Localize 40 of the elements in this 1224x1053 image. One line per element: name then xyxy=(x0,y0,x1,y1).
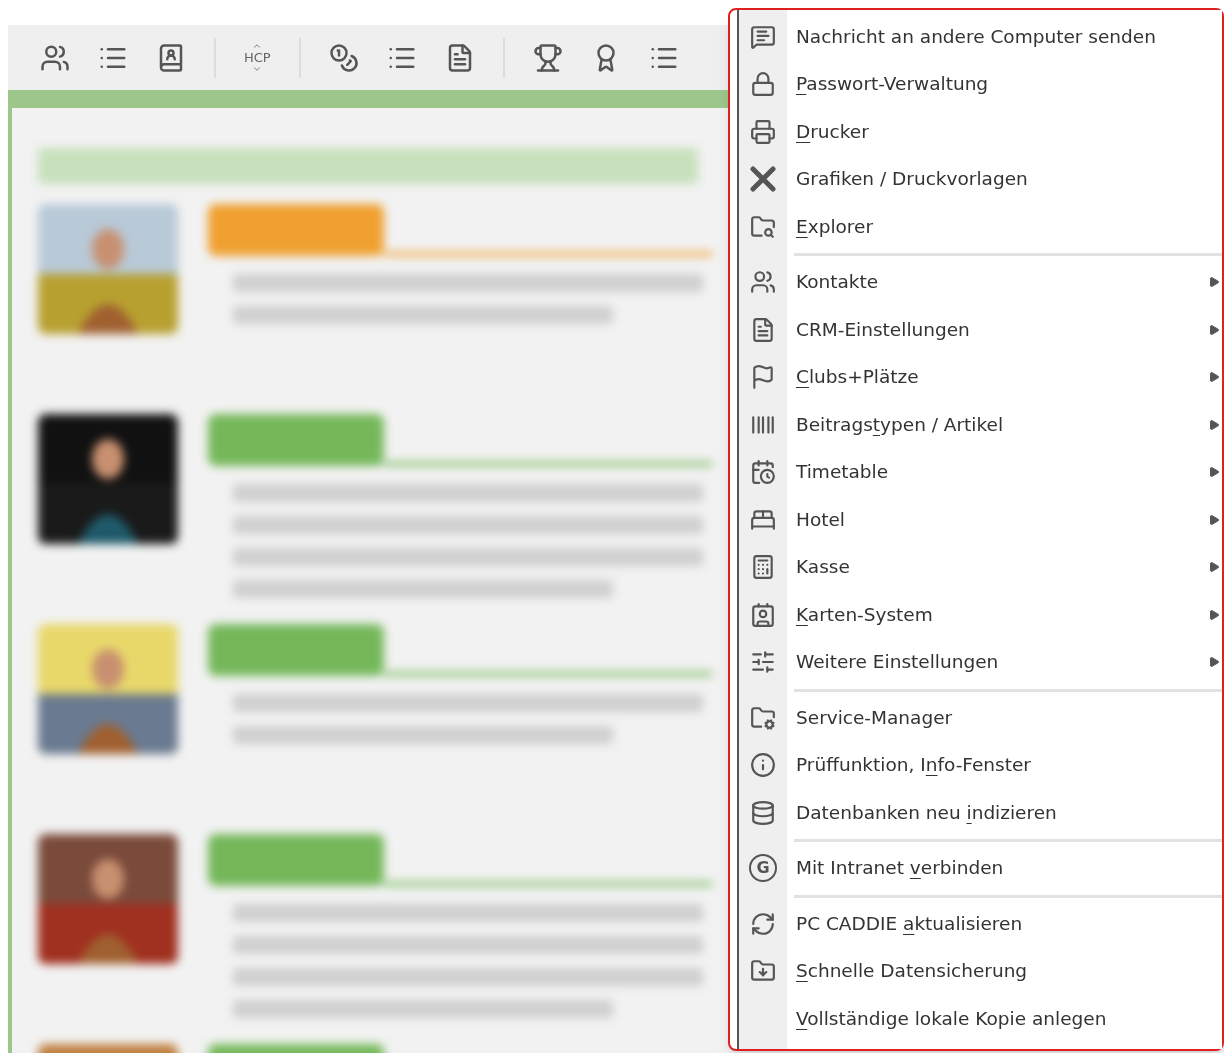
menu-item[interactable]: Datenbanken neu indizieren xyxy=(739,789,1222,837)
contacts-icon xyxy=(750,269,776,296)
menu-item[interactable]: CRM-Einstellungen xyxy=(739,306,1222,354)
menu-item[interactable]: Passwort-Verwaltung xyxy=(739,60,1222,108)
menu-item[interactable]: Service-Manager xyxy=(739,694,1222,742)
menu-item[interactable]: Timetable xyxy=(739,448,1222,496)
menu-item[interactable]: G Mit Intranet verbinden xyxy=(739,844,1222,892)
calendar-clock-icon xyxy=(750,459,776,486)
crossed-tools-icon xyxy=(750,166,776,193)
sliders-icon xyxy=(750,649,776,676)
lock-icon xyxy=(750,71,776,98)
message-icon xyxy=(750,23,776,50)
printer-icon xyxy=(750,118,776,145)
folder-gear-icon xyxy=(750,704,776,731)
menu-item[interactable]: Kontakte xyxy=(739,258,1222,306)
menu-item[interactable]: Kasse xyxy=(739,543,1222,591)
menu-item[interactable]: Clubs+Plätze xyxy=(739,353,1222,401)
menu-item[interactable]: Hotel xyxy=(739,496,1222,544)
menu-item[interactable]: PC CADDIE aktualisieren xyxy=(739,900,1222,948)
document-icon xyxy=(750,316,776,343)
coins-icon[interactable] xyxy=(328,42,359,73)
menu-item[interactable]: Karten-System xyxy=(739,591,1222,639)
menu-item[interactable]: Weitere Einstellungen xyxy=(739,638,1222,686)
calculator-icon xyxy=(750,554,776,581)
info-icon xyxy=(750,752,776,779)
database-icon xyxy=(750,799,776,826)
menu-item[interactable]: Vollständige lokale Kopie anlegen xyxy=(739,995,1222,1043)
menu-item[interactable]: Nachricht an andere Computer senden xyxy=(739,13,1222,61)
menu-item[interactable]: Prüffunktion, Info-Fenster xyxy=(739,741,1222,789)
menu-item[interactable]: Grafiken / Druckvorlagen xyxy=(739,155,1222,203)
menu-item[interactable]: Explorer xyxy=(739,203,1222,251)
refresh-icon xyxy=(750,910,776,937)
menu-item[interactable]: Drucker xyxy=(739,108,1222,156)
folder-search-icon xyxy=(750,213,776,240)
hcp-button[interactable]: HCP xyxy=(244,41,271,74)
id-card-icon xyxy=(750,601,776,628)
menu-item[interactable]: Schnelle Datensicherung xyxy=(739,947,1222,995)
trophy-icon[interactable] xyxy=(532,42,563,73)
flag-icon xyxy=(750,364,776,391)
menu-item[interactable]: Beitragstypen / Artikel xyxy=(739,401,1222,449)
